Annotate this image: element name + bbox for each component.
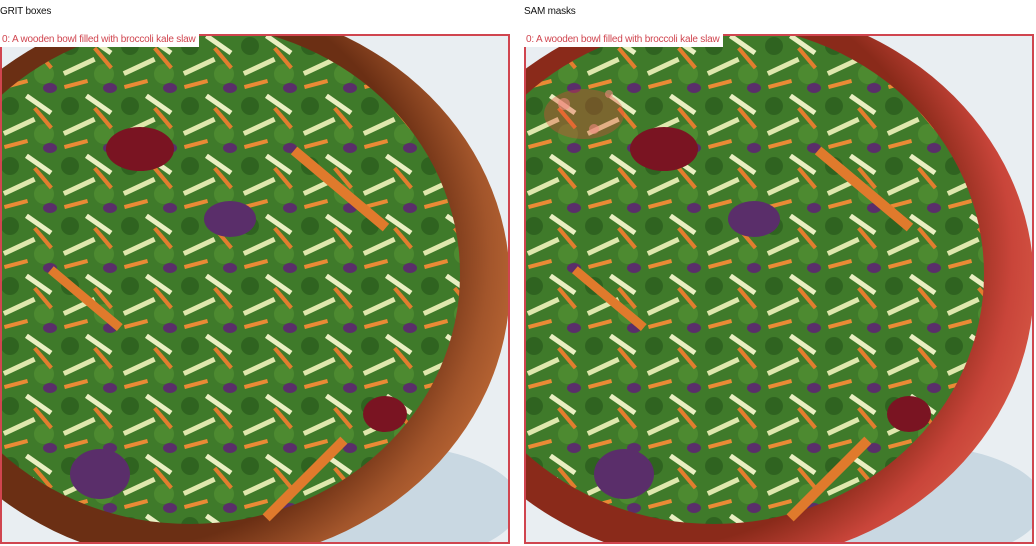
salad-bowl-mask-photo [524,34,1034,544]
salad-bowl-photo [0,34,510,544]
panel-title-sam: SAM masks [524,6,576,17]
grit-image-panel: 0: A wooden bowl filled with broccoli ka… [0,34,510,544]
panel-title-grit: GRIT boxes [0,6,52,17]
sam-image-panel: 0: A wooden bowl filled with broccoli ka… [524,34,1034,544]
sam-box-label: 0: A wooden bowl filled with broccoli ka… [524,34,723,47]
grit-box-label: 0: A wooden bowl filled with broccoli ka… [0,34,199,47]
